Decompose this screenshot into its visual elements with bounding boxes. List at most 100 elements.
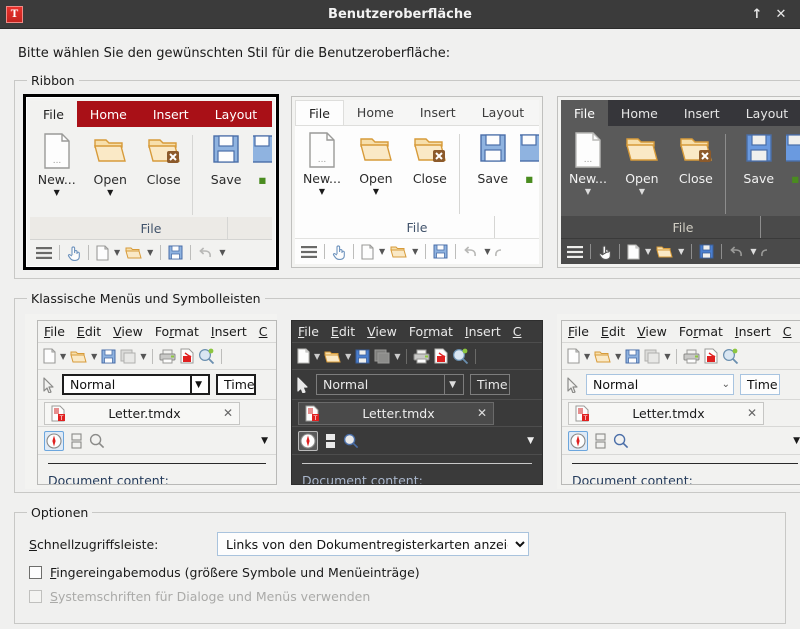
chevron-down-icon[interactable]: ▼ xyxy=(639,188,645,196)
ribbon-tab-layout[interactable]: Layout xyxy=(733,100,800,126)
ribbon-item-partial[interactable]: ▪ xyxy=(519,132,539,186)
new-document-icon[interactable] xyxy=(627,243,640,260)
new-document-icon[interactable] xyxy=(567,348,580,364)
chevron-down-icon[interactable]: ▼ xyxy=(750,247,756,256)
chevron-down-icon[interactable]: ▼ xyxy=(60,352,66,361)
classic-preview-light[interactable]: File Edit View Format Insert C ▼ ▼ ▼ Nor… xyxy=(25,314,277,489)
redo-icon[interactable] xyxy=(495,245,505,259)
preview-search-icon[interactable] xyxy=(452,348,469,364)
save-floppy-icon[interactable] xyxy=(101,349,116,364)
search-icon[interactable] xyxy=(613,433,629,449)
document-tab[interactable]: T Letter.tmdx ✕ xyxy=(568,401,764,425)
ribbon-item-save[interactable]: Save xyxy=(732,132,786,186)
chevron-down-icon[interactable]: ▼ xyxy=(584,352,590,361)
ribbon-tab-layout[interactable]: Layout xyxy=(469,100,538,125)
touch-hand-icon[interactable] xyxy=(332,244,346,260)
quickaccess-select[interactable]: Links von den Dokumentregisterkarten anz… xyxy=(217,532,529,556)
font-name-combo[interactable]: Time xyxy=(740,374,780,395)
font-name-combo[interactable]: Time xyxy=(470,374,510,395)
document-tab[interactable]: T Letter.tmdx ✕ xyxy=(298,401,494,425)
ribbon-tab-insert[interactable]: Insert xyxy=(140,101,202,127)
open-folder-icon[interactable] xyxy=(656,244,673,259)
chevron-down-icon[interactable]: ▼ xyxy=(54,189,60,197)
menu-item-view[interactable]: View xyxy=(367,324,397,339)
ribbon-item-save[interactable]: Save xyxy=(199,133,252,187)
chevron-down-icon[interactable]: ▼ xyxy=(645,247,651,256)
chevron-down-icon[interactable]: ▼ xyxy=(373,188,379,196)
pdf-icon[interactable] xyxy=(704,348,718,364)
ribbon-item-save[interactable]: Save xyxy=(466,132,520,186)
menu-item-view[interactable]: View xyxy=(113,324,143,339)
save-floppy-icon[interactable] xyxy=(625,349,640,364)
navigator-icon[interactable] xyxy=(298,430,318,451)
redo-icon[interactable] xyxy=(761,245,771,259)
touchmode-row[interactable]: Fingereingabemodus (größere Symbole und … xyxy=(29,565,775,580)
undo-icon[interactable] xyxy=(463,245,479,259)
ribbon-item-open[interactable]: Open ▼ xyxy=(349,132,403,196)
hamburger-icon[interactable] xyxy=(567,245,583,259)
save-all-icon[interactable] xyxy=(120,349,136,364)
classic-preview-modern[interactable]: File Edit View Format Insert C ▼ ▼ ▼ Nor… xyxy=(557,314,800,489)
search-icon[interactable] xyxy=(343,433,359,449)
ribbon-item-open[interactable]: Open ▼ xyxy=(615,132,669,196)
page-layout-icon[interactable] xyxy=(71,432,82,449)
chevron-down-icon[interactable]: ▼ xyxy=(793,436,800,446)
print-icon[interactable] xyxy=(683,349,700,364)
chevron-down-icon[interactable]: ▼ xyxy=(147,248,153,257)
chevron-down-icon[interactable]: ▼ xyxy=(615,352,621,361)
font-name-combo[interactable]: Time xyxy=(216,374,256,395)
ribbon-tab-home[interactable]: Home xyxy=(344,100,407,125)
menu-item-insert[interactable]: Insert xyxy=(735,324,771,339)
undo-icon[interactable] xyxy=(198,246,214,260)
chevron-down-icon[interactable]: ▼ xyxy=(190,376,205,393)
touchmode-checkbox[interactable] xyxy=(29,566,42,579)
ribbon-tab-home[interactable]: Home xyxy=(608,100,671,126)
menu-item-edit[interactable]: Edit xyxy=(601,324,625,339)
hamburger-icon[interactable] xyxy=(301,245,317,259)
chevron-down-icon[interactable]: ▼ xyxy=(261,436,268,446)
navigator-icon[interactable] xyxy=(568,430,588,451)
ribbon-item-open[interactable]: Open ▼ xyxy=(83,133,136,197)
undo-icon[interactable] xyxy=(729,245,745,259)
classic-preview-dark[interactable]: File Edit View Format Insert C ▼ ▼ ▼ Nor… xyxy=(291,314,543,489)
open-folder-icon[interactable] xyxy=(324,349,341,364)
close-icon[interactable]: ✕ xyxy=(477,406,487,420)
ribbon-tab-insert[interactable]: Insert xyxy=(407,100,469,125)
ribbon-preview-red[interactable]: File Home Insert Layout ... New... ▼ Ope… xyxy=(23,94,279,270)
print-icon[interactable] xyxy=(413,349,430,364)
save-all-icon[interactable] xyxy=(374,349,390,364)
new-document-icon[interactable] xyxy=(43,348,56,364)
cursor-arrow-icon[interactable] xyxy=(297,376,310,393)
close-icon[interactable]: ✕ xyxy=(770,3,792,25)
cursor-arrow-icon[interactable] xyxy=(43,376,56,393)
ribbon-item-close[interactable]: Close xyxy=(669,132,723,186)
chevron-down-icon[interactable]: ▼ xyxy=(91,352,97,361)
ribbon-preview-dark[interactable]: File Home Insert Layout ... New... ▼ Ope… xyxy=(557,96,800,268)
close-icon[interactable]: ✕ xyxy=(223,406,233,420)
open-folder-icon[interactable] xyxy=(390,244,407,259)
paragraph-style-combo[interactable]: Normal ▼ xyxy=(316,374,464,395)
menu-item-file[interactable]: File xyxy=(298,324,319,339)
cursor-arrow-icon[interactable] xyxy=(567,376,580,393)
ribbon-item-new[interactable]: ... New... ▼ xyxy=(561,132,615,196)
menu-item-file[interactable]: File xyxy=(44,324,65,339)
menu-item-edit[interactable]: Edit xyxy=(77,324,101,339)
save-floppy-icon[interactable] xyxy=(355,349,370,364)
ribbon-item-new[interactable]: ... New... ▼ xyxy=(30,133,83,197)
open-folder-icon[interactable] xyxy=(125,245,142,260)
chevron-down-icon[interactable]: ▼ xyxy=(394,352,400,361)
chevron-down-icon[interactable]: ▼ xyxy=(527,436,534,446)
preview-search-icon[interactable] xyxy=(722,348,739,364)
print-icon[interactable] xyxy=(159,349,176,364)
new-document-icon[interactable] xyxy=(361,243,374,260)
save-all-icon[interactable] xyxy=(644,349,660,364)
new-document-icon[interactable] xyxy=(96,244,109,261)
save-floppy-icon[interactable] xyxy=(433,244,448,259)
preview-search-icon[interactable] xyxy=(198,348,215,364)
search-icon[interactable] xyxy=(89,433,105,449)
navigator-icon[interactable] xyxy=(44,430,64,451)
chevron-down-icon[interactable]: ▼ xyxy=(444,375,460,394)
chevron-down-icon[interactable]: ▼ xyxy=(678,247,684,256)
ribbon-tab-file[interactable]: File xyxy=(561,100,608,126)
ribbon-item-close[interactable]: Close xyxy=(403,132,457,186)
